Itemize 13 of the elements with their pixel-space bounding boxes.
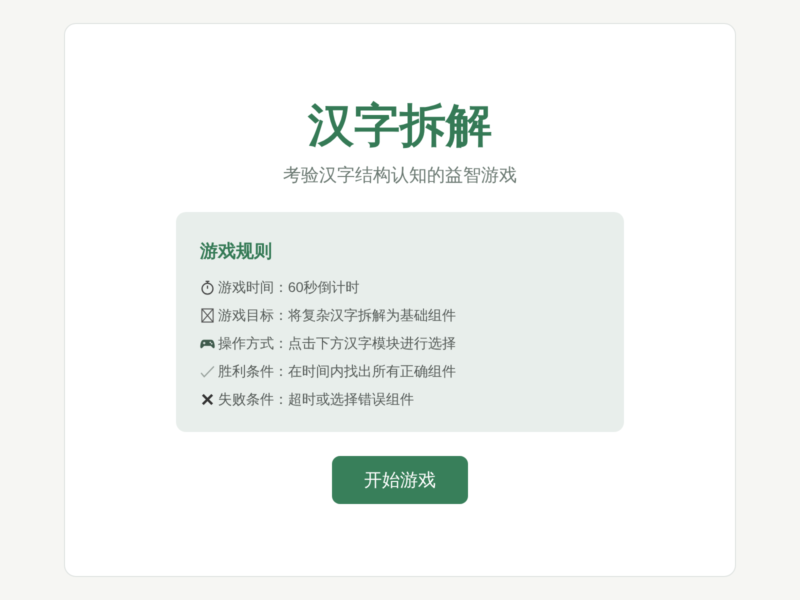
game-title: 汉字拆解 xyxy=(308,98,492,153)
cross-icon xyxy=(200,392,215,406)
rule-text: 失败条件：超时或选择错误组件 xyxy=(218,390,414,409)
check-icon xyxy=(200,364,215,378)
rule-text: 游戏目标：将复杂汉字拆解为基础组件 xyxy=(218,306,456,325)
start-game-button[interactable]: 开始游戏 xyxy=(332,456,468,504)
game-subtitle: 考验汉字结构认知的益智游戏 xyxy=(283,164,517,187)
rules-heading: 游戏规则 xyxy=(200,240,273,263)
stopwatch-icon xyxy=(200,280,215,294)
rule-text: 游戏时间：60秒倒计时 xyxy=(218,278,360,297)
rule-text: 胜利条件：在时间内找出所有正确组件 xyxy=(218,362,456,381)
crossed-box-icon xyxy=(200,308,215,322)
rule-text: 操作方式：点击下方汉字模块进行选择 xyxy=(218,334,456,353)
